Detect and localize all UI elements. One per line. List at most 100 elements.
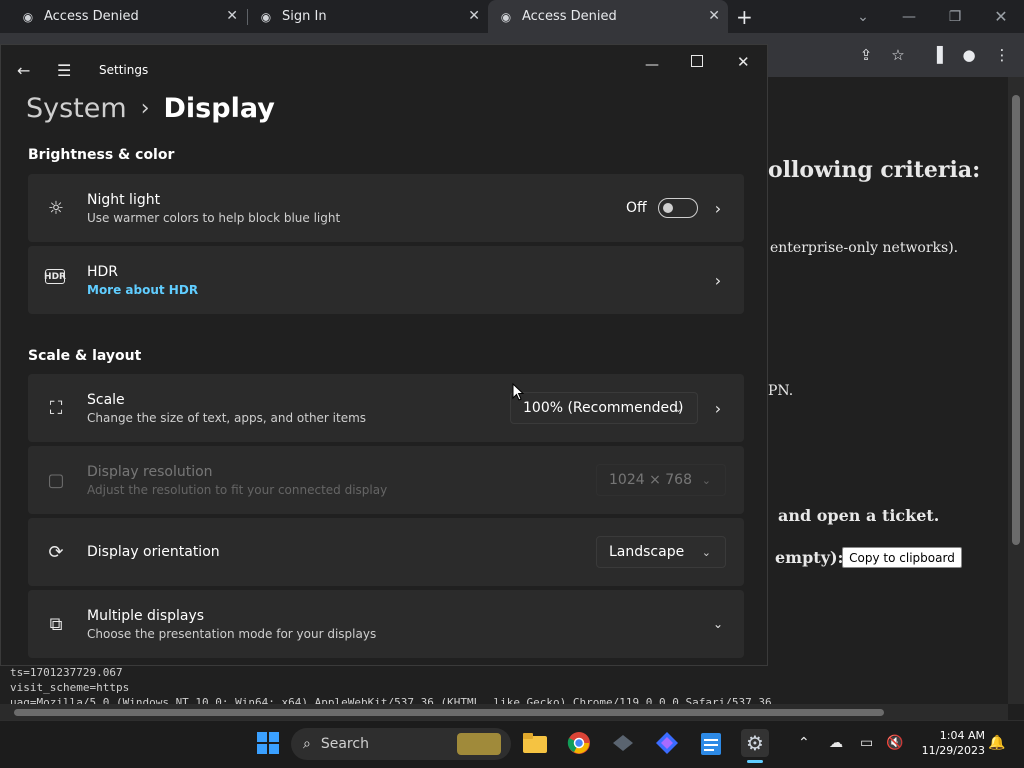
- toggle-knob: [663, 203, 673, 213]
- active-app-indicator: [747, 760, 763, 763]
- chevron-down-icon: ⌄: [673, 401, 683, 415]
- power-automate-icon[interactable]: [653, 729, 681, 757]
- display-resolution-card: ▢ Display resolution Adjust the resoluti…: [28, 446, 744, 514]
- chevron-down-icon[interactable]: ⌄: [710, 616, 726, 632]
- close-icon[interactable]: ✕: [737, 53, 750, 71]
- night-light-title: Night light: [87, 192, 161, 208]
- bookmark-star-icon[interactable]: ☆: [888, 45, 908, 65]
- search-icon: ⌕: [303, 736, 311, 752]
- restore-icon[interactable]: ❐: [932, 0, 978, 33]
- steam-icon: ◉: [260, 9, 272, 24]
- more-about-hdr-link[interactable]: More about HDR: [87, 283, 198, 297]
- time: 1:04 AM: [939, 729, 985, 742]
- minimize-icon[interactable]: —: [645, 57, 659, 73]
- breadcrumb-system[interactable]: System: [26, 93, 127, 124]
- vertical-scrollbar[interactable]: [1008, 77, 1024, 704]
- clock[interactable]: 1:04 AM 11/29/2023: [915, 729, 985, 757]
- browser-tab-strip: ◉ Access Denied ✕ ◉ Sign In ✕ ◉ Access D…: [0, 0, 1024, 33]
- chevron-right-icon: ›: [714, 398, 722, 418]
- steam-icon: ◉: [22, 9, 34, 24]
- resolution-title: Display resolution: [87, 464, 213, 480]
- page-text-fragment: PN.: [768, 383, 794, 399]
- horizontal-scrollbar[interactable]: [0, 704, 1008, 720]
- page-text-fragment: empty):: [775, 548, 844, 567]
- scroll-thumb[interactable]: [14, 709, 884, 716]
- close-icon[interactable]: ✕: [226, 8, 238, 24]
- night-light-state: Off: [626, 200, 647, 216]
- hamburger-menu-icon[interactable]: ☰: [57, 61, 71, 80]
- resolution-subtitle: Adjust the resolution to fit your connec…: [87, 483, 388, 497]
- scale-subtitle: Change the size of text, apps, and other…: [87, 411, 367, 425]
- hdr-card[interactable]: HDR HDR More about HDR ›: [28, 246, 744, 314]
- resolution-dropdown: 1024 × 768 ⌄: [596, 464, 726, 496]
- orientation-value: Landscape: [609, 544, 685, 560]
- share-icon[interactable]: ⇪: [856, 45, 876, 65]
- chevron-right-icon: ›: [714, 270, 722, 290]
- profile-icon[interactable]: ●: [959, 45, 979, 65]
- browser-tab-3-active[interactable]: ◉ Access Denied ✕: [488, 0, 728, 33]
- network-icon[interactable]: ▭: [860, 735, 873, 751]
- night-light-subtitle: Use warmer colors to help block blue lig…: [87, 211, 341, 225]
- chrome-icon[interactable]: [565, 729, 593, 757]
- maximize-icon[interactable]: [691, 55, 703, 67]
- chevron-right-icon: ›: [714, 198, 722, 218]
- steam-icon: ◉: [500, 9, 512, 24]
- scale-value: 100% (Recommended): [523, 400, 684, 416]
- scale-dropdown[interactable]: 100% (Recommended) ⌄: [510, 392, 698, 424]
- multiple-displays-title: Multiple displays: [87, 608, 205, 624]
- side-panel-icon[interactable]: ▐: [927, 45, 947, 65]
- close-icon[interactable]: ✕: [468, 8, 480, 24]
- onedrive-cloud-icon[interactable]: ☁: [829, 735, 843, 751]
- mouse-cursor-icon: [512, 383, 524, 401]
- close-window-icon[interactable]: ✕: [978, 0, 1024, 33]
- browser-tab-2[interactable]: ◉ Sign In ✕: [248, 0, 488, 33]
- menu-kebab-icon[interactable]: ⋮: [992, 45, 1012, 65]
- night-light-card[interactable]: ☼ Night light Use warmer colors to help …: [28, 174, 744, 242]
- hdr-icon: HDR: [44, 269, 66, 284]
- search-placeholder: Search: [320, 736, 369, 752]
- section-heading-scale-layout: Scale & layout: [28, 348, 142, 364]
- window-title: Settings: [99, 63, 149, 77]
- search-highlight-image-icon: [457, 733, 501, 755]
- volume-muted-icon[interactable]: 🔇: [886, 735, 903, 751]
- notepad-icon[interactable]: [697, 729, 725, 757]
- notification-bell-icon[interactable]: 🔔: [988, 735, 1005, 751]
- debug-line: visit_scheme=https: [10, 681, 130, 694]
- taskbar-search-box[interactable]: ⌕ Search: [291, 728, 511, 760]
- tab-search-icon[interactable]: ⌄: [840, 0, 886, 33]
- app-icon-dark[interactable]: [609, 729, 637, 757]
- multiple-displays-card[interactable]: ⧉ Multiple displays Choose the presentat…: [28, 590, 744, 658]
- page-text-fragment: and open a ticket.: [778, 506, 940, 525]
- copy-to-clipboard-button[interactable]: Copy to clipboard: [842, 547, 962, 568]
- scroll-thumb[interactable]: [1012, 95, 1020, 545]
- file-explorer-icon[interactable]: [521, 729, 549, 757]
- scale-card[interactable]: ⛶ Scale Change the size of text, apps, a…: [28, 374, 744, 442]
- browser-tab-1[interactable]: ◉ Access Denied ✕: [0, 0, 246, 33]
- orientation-icon: ⟳: [48, 541, 64, 563]
- tab-label: Access Denied: [522, 9, 617, 24]
- multiple-displays-subtitle: Choose the presentation mode for your di…: [87, 627, 377, 641]
- page-heading-fragment: ollowing criteria:: [768, 157, 981, 183]
- orientation-dropdown[interactable]: Landscape ⌄: [596, 536, 726, 568]
- new-tab-button[interactable]: +: [736, 0, 760, 33]
- show-hidden-icons-chevron-up-icon[interactable]: ⌃: [798, 735, 810, 751]
- tab-label: Sign In: [282, 9, 327, 24]
- settings-gear-icon[interactable]: ⚙: [741, 729, 769, 757]
- page-title: Display: [163, 93, 275, 124]
- chevron-down-icon: ⌄: [701, 473, 711, 487]
- start-windows-icon[interactable]: [254, 729, 282, 757]
- hdr-title: HDR: [87, 264, 119, 280]
- back-arrow-icon[interactable]: ←: [17, 61, 30, 80]
- settings-window: ← ☰ Settings — ✕ System › Display Bright…: [0, 44, 768, 666]
- breadcrumb-chevron-icon: ›: [140, 96, 150, 121]
- resolution-icon: ▢: [47, 469, 65, 491]
- multiple-displays-icon: ⧉: [49, 613, 63, 635]
- display-orientation-card[interactable]: ⟳ Display orientation Landscape ⌄: [28, 518, 744, 586]
- minimize-icon[interactable]: —: [886, 0, 932, 33]
- tab-label: Access Denied: [44, 9, 139, 24]
- chevron-down-icon: ⌄: [701, 545, 711, 559]
- orientation-title: Display orientation: [87, 544, 220, 560]
- close-icon[interactable]: ✕: [708, 8, 720, 24]
- section-heading-brightness: Brightness & color: [28, 147, 175, 163]
- night-light-toggle[interactable]: [658, 198, 698, 218]
